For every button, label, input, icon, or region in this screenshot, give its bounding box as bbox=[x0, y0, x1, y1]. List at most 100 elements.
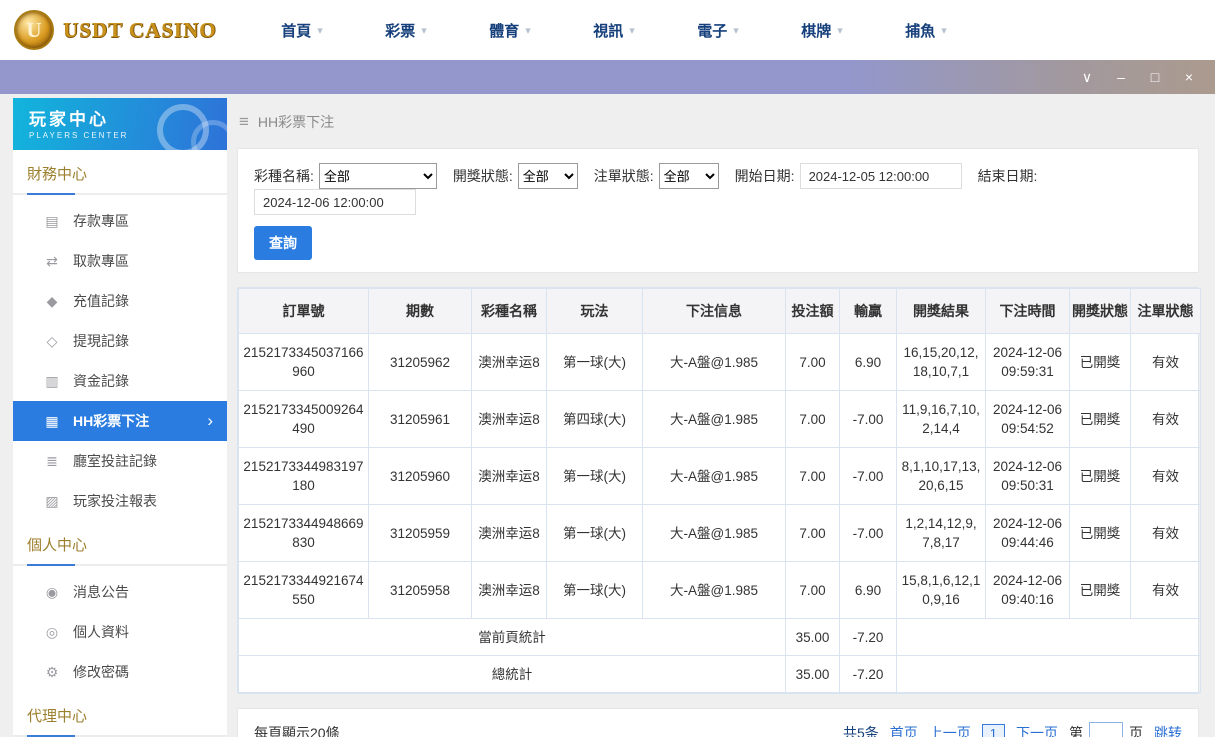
sidebar-item-withdraw-area[interactable]: ⇄ 取款專區 bbox=[13, 241, 227, 281]
sidebar-item-label: 取款專區 bbox=[73, 253, 129, 269]
search-button[interactable]: 查詢 bbox=[254, 226, 312, 260]
page-jump-group: 第 页 bbox=[1069, 722, 1143, 737]
nav-item-lottery[interactable]: 彩票 ▾ bbox=[354, 0, 458, 60]
cell-order_status: 有效 bbox=[1130, 561, 1201, 620]
cell-amount: 7.00 bbox=[785, 390, 840, 449]
cell-lottery: 澳洲幸运8 bbox=[471, 504, 547, 563]
breadcrumb: ≡ HH彩票下注 bbox=[237, 108, 1199, 148]
bets-table-card: 訂單號 期數 彩種名稱 玩法 下注信息 投注額 輸贏 開獎結果 下注時間 開獎狀態 注單狀態 215… bbox=[237, 287, 1201, 695]
sidebar-item-label: 個人資料 bbox=[73, 624, 129, 640]
sidebar-section-title: 財務中心 bbox=[13, 150, 227, 195]
jump-button[interactable]: 跳转 bbox=[1154, 723, 1182, 737]
page-total-label: 當前頁統計 bbox=[238, 618, 786, 657]
nav-item-electronic[interactable]: 電子 ▾ bbox=[666, 0, 770, 60]
lottery-name-select[interactable]: 全部 bbox=[318, 163, 437, 189]
nav-item-home[interactable]: 首頁 ▾ bbox=[250, 0, 354, 60]
filter-row: 彩種名稱: 全部 開獎狀態: 全部 注單狀態: 全部 開始日期: 結束日期: bbox=[254, 163, 1182, 215]
cell-amount: 7.00 bbox=[785, 333, 840, 392]
sidebar-item-profile[interactable]: ◎ 個人資料 bbox=[13, 612, 227, 652]
sidebar-item-hall-bet-records[interactable]: ≣ 廳室投註記錄 bbox=[13, 441, 227, 481]
sidebar-item-label: 玩家投注報表 bbox=[73, 493, 157, 509]
column-header: 下注時間 bbox=[985, 287, 1070, 335]
cell-period: 31205959 bbox=[368, 504, 472, 563]
chevron-down-icon: ▾ bbox=[733, 24, 739, 37]
chevron-down-icon: ▾ bbox=[941, 24, 947, 37]
nav-item-label: 彩票 bbox=[385, 22, 416, 40]
first-page-link[interactable]: 首页 bbox=[890, 723, 918, 737]
cell-amount: 7.00 bbox=[785, 447, 840, 506]
start-date-input[interactable] bbox=[799, 163, 962, 189]
table-row: 2152173345009264490 31205961 澳洲幸运8 第四球(大) 大-… bbox=[238, 390, 1201, 449]
total-count-text: 共5条 bbox=[842, 725, 879, 737]
order-status-label: 注單狀態: bbox=[593, 168, 654, 184]
withdraw-icon: ⇄ bbox=[46, 252, 58, 269]
cell-period: 31205961 bbox=[368, 390, 472, 449]
nav-item-fishing[interactable]: 捕魚 ▾ bbox=[874, 0, 978, 60]
column-header: 開獎狀態 bbox=[1069, 287, 1131, 335]
draw-status-select[interactable]: 全部 bbox=[517, 163, 578, 189]
sidebar-item-hh-lottery-bets[interactable]: ▦ HH彩票下注 bbox=[13, 401, 227, 441]
gear-icon: ⚙ bbox=[45, 663, 59, 680]
cell-bet_info: 大-A盤@1.985 bbox=[642, 390, 786, 449]
cell-win_loss: -7.00 bbox=[839, 504, 897, 563]
close-icon[interactable]: × bbox=[1179, 60, 1199, 94]
bets-table-body: 2152173345037166960 31205962 澳洲幸运8 第一球(大) 大-… bbox=[238, 333, 1201, 620]
grand-total-empty bbox=[896, 655, 1201, 694]
cell-win_loss: -7.00 bbox=[839, 447, 897, 506]
nav-item-sports[interactable]: 體育 ▾ bbox=[458, 0, 562, 60]
maximize-icon[interactable]: □ bbox=[1145, 60, 1165, 94]
chevron-down-icon: ▾ bbox=[629, 24, 635, 37]
next-page-link[interactable]: 下一页 bbox=[1016, 723, 1058, 737]
nav-item-label: 視訊 bbox=[593, 22, 624, 40]
table-row: 2152173344983197180 31205960 澳洲幸运8 第一球(大) 大-… bbox=[238, 447, 1201, 506]
cell-order_status: 有效 bbox=[1130, 390, 1201, 449]
cell-play: 第一球(大) bbox=[546, 504, 643, 563]
page-jump-input[interactable] bbox=[1089, 722, 1123, 737]
page-title: HH彩票下注 bbox=[257, 114, 335, 130]
page-total-row: 當前頁統計 35.00 -7.20 bbox=[238, 618, 1201, 657]
pagination-bar: 每頁顯示20條 共5条 首页 上一页 1 下一页 第 页 跳转 bbox=[237, 708, 1199, 737]
nav-item-label: 捕魚 bbox=[905, 22, 936, 40]
prev-page-link[interactable]: 上一页 bbox=[929, 723, 971, 737]
window-menu-icon[interactable]: ∨ bbox=[1077, 60, 1097, 94]
column-header: 彩種名稱 bbox=[471, 287, 547, 335]
hall-bet-record-icon: ≣ bbox=[46, 452, 58, 469]
minimize-icon[interactable]: – bbox=[1111, 60, 1131, 94]
hamburger-icon[interactable]: ≡ bbox=[239, 112, 249, 132]
sidebar-item-label: HH彩票下注 bbox=[73, 413, 150, 429]
bell-icon: ◉ bbox=[45, 583, 59, 600]
sidebar-section-title: 代理中心 bbox=[13, 692, 227, 737]
column-header: 注單狀態 bbox=[1130, 287, 1201, 335]
cell-order_status: 有效 bbox=[1130, 333, 1201, 392]
sidebar-item-label: 提現記錄 bbox=[73, 333, 129, 349]
end-date-input[interactable] bbox=[254, 189, 416, 215]
sidebar-item-recharge-record[interactable]: ◆ 充值記錄 bbox=[13, 281, 227, 321]
sidebar-item-messages[interactable]: ◉ 消息公告 bbox=[13, 572, 227, 612]
column-header: 輸贏 bbox=[839, 287, 897, 335]
order-status-select[interactable]: 全部 bbox=[658, 163, 719, 189]
cell-play: 第一球(大) bbox=[546, 561, 643, 620]
sidebar-menu: 財務中心 ▤ 存款專區 ⇄ 取款專區 ◆ 充值記錄 ◇ 提現記錄 ▥ 資金記錄 ▦ HH彩票下注 ≣ 廳室投… bbox=[13, 150, 227, 737]
logo[interactable]: U USDT CASINO bbox=[0, 10, 238, 50]
nav-item-label: 體育 bbox=[489, 22, 520, 40]
sidebar-section-title: 個人中心 bbox=[13, 521, 227, 566]
sidebar-item-change-password[interactable]: ⚙ 修改密碼 bbox=[13, 652, 227, 692]
cell-play: 第一球(大) bbox=[546, 333, 643, 392]
cell-result: 11,9,16,7,10,2,14,4 bbox=[896, 390, 986, 449]
chevron-down-icon: ▾ bbox=[837, 24, 843, 37]
main-nav: 首頁 ▾ 彩票 ▾ 體育 ▾ 視訊 ▾ 電子 ▾ 棋牌 ▾ 捕魚 ▾ bbox=[250, 0, 978, 60]
sidebar-item-withdrawal-record[interactable]: ◇ 提現記錄 bbox=[13, 321, 227, 361]
logo-coin-icon: U bbox=[14, 10, 54, 50]
sidebar-item-deposit-area[interactable]: ▤ 存款專區 bbox=[13, 201, 227, 241]
nav-item-chess[interactable]: 棋牌 ▾ bbox=[770, 0, 874, 60]
cell-win_loss: 6.90 bbox=[839, 333, 897, 392]
nav-item-video[interactable]: 視訊 ▾ bbox=[562, 0, 666, 60]
sidebar-item-label: 修改密碼 bbox=[73, 664, 129, 680]
cell-result: 15,8,1,6,12,10,9,16 bbox=[896, 561, 986, 620]
sidebar-item-player-bet-report[interactable]: ▨ 玩家投注報表 bbox=[13, 481, 227, 521]
column-header: 玩法 bbox=[546, 287, 643, 335]
sidebar-item-funds-record[interactable]: ▥ 資金記錄 bbox=[13, 361, 227, 401]
current-page-badge[interactable]: 1 bbox=[981, 723, 1005, 737]
cell-time: 2024-12-06 09:50:31 bbox=[985, 447, 1070, 506]
main-panel: ≡ HH彩票下注 彩種名稱: 全部 開獎狀態: 全部 注單狀態: 全部 開始日期… bbox=[237, 98, 1201, 737]
